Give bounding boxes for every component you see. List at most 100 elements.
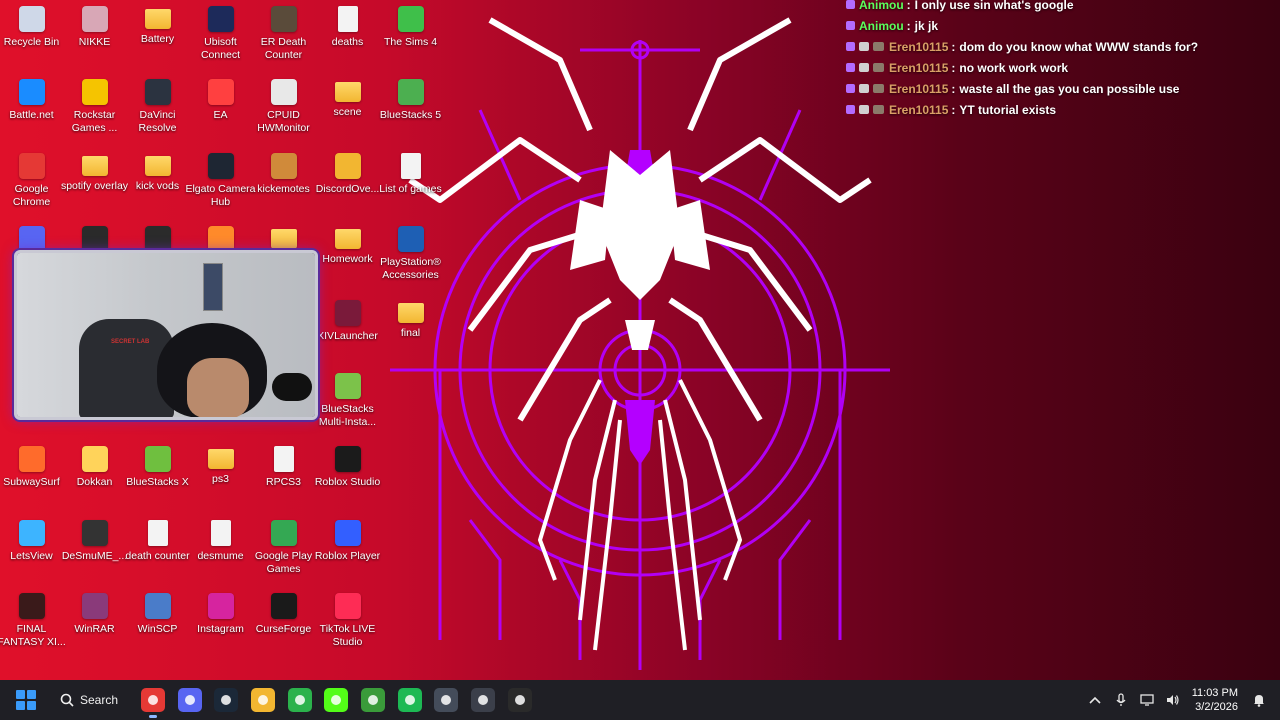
start-button[interactable] [16,690,36,710]
taskbar-app-xbox[interactable] [361,688,385,712]
sub-badge-icon [859,84,869,93]
chat-separator: : [906,18,911,33]
taskbar-app-obs[interactable] [508,688,532,712]
taskbar-app-steam[interactable] [214,688,238,712]
kickemotes-icon [270,153,297,179]
chat-message: Animou: jk jk [846,15,1276,36]
microphone-icon[interactable] [1110,689,1132,711]
chat-separator: : [951,81,956,96]
er-death-counter-icon [270,6,297,32]
desktop-icon-label: The Sims 4 [383,36,438,48]
desktop-icon[interactable]: The Sims 4 [379,0,442,49]
desktop-icon[interactable]: WinSCP [126,587,189,636]
chat-username: Animou [859,0,904,12]
desktop-icon-label: ps3 [212,473,229,485]
desktop-icon[interactable]: LetsView [0,514,63,563]
desktop-icon[interactable]: ps3 [189,440,252,486]
desktop-icon[interactable]: Homework [316,220,379,266]
desktop-icon-label: Roblox Studio [314,476,381,488]
chat-badge-icon [846,21,855,30]
desktop-icon[interactable]: kick vods [126,147,189,193]
chat-message: Eren10115: waste all the gas you can poss… [846,78,1276,99]
desktop-icon[interactable]: BlueStacks 5 [379,73,442,122]
search-button[interactable]: Search [60,688,130,712]
bluestacks-icon [397,79,424,105]
clock[interactable]: 11:03 PM 3/2/2026 [1192,686,1238,714]
desktop-icon[interactable]: Battery [126,0,189,46]
desktop-icon[interactable]: TikTok LIVE Studio [316,587,379,649]
desktop-icon[interactable]: BlueStacks Multi-Insta... [316,367,379,429]
desktop-icon[interactable]: XIVLauncher [316,294,379,343]
desktop-icon-label: final [400,327,421,339]
desktop-icon[interactable]: death counter [125,514,190,563]
desktop-icon[interactable]: RPCS3 [252,440,315,489]
desktop-icon[interactable]: Ubisoft Connect [189,0,252,62]
desktop-icon[interactable]: CurseForge [252,587,315,636]
desktop-icon[interactable] [252,220,315,253]
desktop-icon[interactable]: SubwaySurf [0,440,63,489]
desktop-icon-label: deaths [331,36,364,48]
ea-icon [207,79,234,105]
desktop-icon[interactable]: CPUID HWMonitor [252,73,315,135]
desktop-icon[interactable]: Roblox Player [315,514,380,563]
taskbar-app-xbox-app[interactable] [288,688,312,712]
desktop-icon-label: RPCS3 [265,476,301,488]
desktop-icon-label: Ubisoft Connect [200,36,241,61]
desktop-icon[interactable]: DeSmuME_... [62,514,127,563]
volume-icon[interactable] [1162,689,1184,711]
chat-username: Eren10115 [889,102,949,117]
desktop-icon[interactable]: EA [189,73,252,122]
desktop-icon[interactable]: kickemotes [252,147,315,196]
taskbar-app-calculator[interactable] [471,688,495,712]
desktop-icon[interactable]: Google Play Games [252,514,315,576]
emote-badge-icon [873,42,884,51]
desktop-icon[interactable]: PlayStation® Accessories [379,220,442,282]
desktop-icon[interactable]: Elgato Camera Hub [185,147,256,209]
clock-date: 3/2/2026 [1195,701,1238,713]
desktop-icon[interactable]: Instagram [189,587,252,636]
desktop-icon[interactable]: BlueStacks X [126,440,189,489]
desktop-icon[interactable]: desmume [189,514,252,563]
desktop-icon[interactable]: Battle.net [0,73,63,122]
desktop-icon-label: SubwaySurf [3,476,60,488]
desktop-icon-label: NIKKE [78,36,111,48]
bluestacks-x-icon [144,446,171,472]
desktop-icon[interactable]: Dokkan [63,440,126,489]
chevron-up-icon[interactable] [1084,689,1106,711]
roblox-studio-icon [334,446,361,472]
emote-badge-icon [873,105,884,114]
desktop-icon-label: Recycle Bin [3,36,60,48]
desktop-icon[interactable]: ER Death Counter [252,0,315,62]
chair-logo: SECRET LAB [111,339,150,345]
desktop-icon[interactable]: WinRAR [63,587,126,636]
taskbar-app-spotify[interactable] [398,688,422,712]
desktop-icon-label: Google Play Games [254,550,313,575]
desktop-icon[interactable]: DiscordOve... [316,147,379,196]
taskbar-app-elgato-camera-hub[interactable] [434,688,458,712]
roblox-player-icon [334,520,361,546]
notifications-icon[interactable] [1248,689,1270,711]
spider-wallpaper [390,17,890,670]
taskbar-app-kick[interactable] [324,688,348,712]
emote-badge-icon [873,63,884,72]
desktop-icon[interactable]: List of games [379,147,442,196]
desktop-icon[interactable]: scene [316,73,379,119]
desktop-icon[interactable]: final [379,294,442,340]
desktop-icon[interactable]: spotify overlay [61,147,128,193]
subwaysurf-icon [18,446,45,472]
desktop-icon[interactable]: Recycle Bin [0,0,63,49]
taskbar-app-chrome[interactable] [141,688,165,718]
desktop-icon[interactable]: Rockstar Games ... [63,73,126,135]
desktop-icon[interactable]: DaVinci Resolve [126,73,189,135]
taskbar-app-file-explorer[interactable] [251,688,275,712]
desktop-icon[interactable]: Roblox Studio [315,440,380,489]
taskbar-app-discord[interactable] [178,688,202,712]
desktop-icon[interactable]: deaths [316,0,379,49]
desktop-icon[interactable]: NIKKE [63,0,126,49]
file-icon [400,153,421,179]
chat-badge-icon [846,0,855,9]
desktop-icon[interactable]: Google Chrome [0,147,63,209]
desktop-icon-label: CurseForge [255,623,312,635]
network-icon[interactable] [1136,689,1158,711]
desktop-icon[interactable]: FINAL FANTASY XI... [0,587,66,649]
